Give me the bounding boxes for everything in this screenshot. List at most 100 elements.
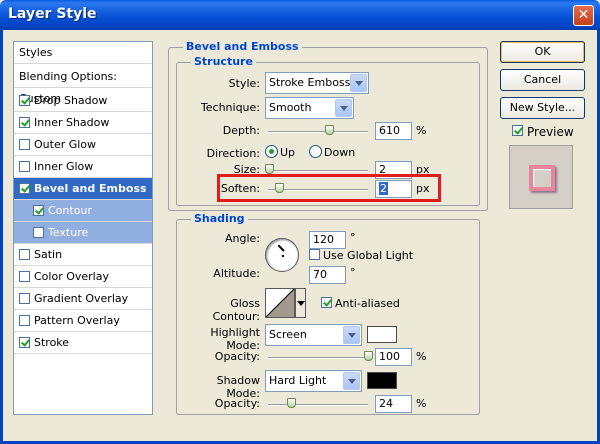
styles-list: Styles Blending Options: Custom Drop Sha… (13, 41, 153, 415)
technique-select[interactable]: Smooth (265, 97, 354, 119)
gradient-overlay-label: Gradient Overlay (34, 292, 129, 305)
direction-up-radio[interactable] (265, 145, 278, 158)
altitude-input[interactable]: 70 (309, 266, 346, 284)
style-select[interactable]: Stroke Emboss (265, 72, 369, 94)
depth-input[interactable]: 610 (375, 122, 412, 140)
pattern-overlay-label: Pattern Overlay (34, 314, 120, 327)
depth-unit: % (416, 124, 427, 137)
ok-button[interactable]: OK (500, 41, 585, 63)
inner-shadow-item[interactable]: Inner Shadow (14, 112, 152, 134)
gloss-contour-dropdown[interactable] (295, 288, 306, 318)
outer-glow-checkbox[interactable] (19, 139, 30, 150)
pattern-overlay-item[interactable]: Pattern Overlay (14, 310, 152, 332)
technique-label: Technique: (200, 101, 260, 114)
outer-glow-label: Outer Glow (34, 138, 97, 151)
gradient-overlay-item[interactable]: Gradient Overlay (14, 288, 152, 310)
angle-dial[interactable] (265, 238, 299, 272)
style-label: Style: (228, 77, 260, 90)
bevel-emboss-checkbox[interactable] (19, 183, 30, 194)
depth-slider[interactable] (268, 131, 368, 133)
direction-label: Direction: (206, 147, 260, 160)
color-overlay-checkbox[interactable] (19, 271, 30, 282)
highlight-opacity-label: Opacity: (214, 350, 260, 363)
anti-aliased-label: Anti-aliased (335, 297, 400, 310)
satin-checkbox[interactable] (19, 249, 30, 260)
direction-down-radio[interactable] (309, 145, 322, 158)
inner-glow-item[interactable]: Inner Glow (14, 156, 152, 178)
size-slider[interactable] (268, 170, 368, 172)
angle-input[interactable]: 120 (309, 231, 346, 249)
stroke-checkbox[interactable] (19, 337, 30, 348)
structure-group-title: Structure (191, 55, 256, 68)
angle-unit: ° (350, 231, 356, 244)
technique-value: Smooth (269, 101, 312, 114)
satin-label: Satin (34, 248, 63, 261)
shadow-color-swatch[interactable] (367, 372, 397, 389)
stroke-label: Stroke (34, 336, 70, 349)
shadow-opacity-input[interactable]: 24 (375, 395, 412, 413)
contour-checkbox[interactable] (33, 205, 44, 216)
size-slider-handle[interactable] (265, 164, 274, 174)
stroke-item[interactable]: Stroke (14, 332, 152, 354)
bevel-emboss-item[interactable]: Bevel and Emboss (14, 178, 152, 200)
title-bar: Layer Style ✕ (0, 0, 600, 30)
chevron-down-icon (350, 74, 367, 92)
inner-shadow-checkbox[interactable] (19, 117, 30, 128)
highlight-color-swatch[interactable] (367, 326, 397, 343)
use-global-light-checkbox[interactable] (309, 249, 320, 260)
drop-shadow-checkbox[interactable] (19, 95, 30, 106)
highlight-opacity-unit: % (416, 350, 427, 363)
angle-label: Angle: (224, 232, 260, 245)
inner-glow-label: Inner Glow (34, 160, 94, 173)
outer-glow-item[interactable]: Outer Glow (14, 134, 152, 156)
direction-up-label: Up (280, 146, 296, 159)
new-style-button[interactable]: New Style... (500, 97, 585, 119)
contour-item[interactable]: Contour (14, 200, 152, 222)
bevel-group-title: Bevel and Emboss (183, 40, 302, 53)
gloss-contour-label: Gloss Contour: (212, 297, 260, 323)
dial-center-icon (282, 255, 284, 257)
shading-group-title: Shading (191, 212, 248, 225)
pattern-overlay-checkbox[interactable] (19, 315, 30, 326)
cancel-button[interactable]: Cancel (500, 69, 585, 91)
drop-shadow-item[interactable]: Drop Shadow (14, 90, 152, 112)
preview-checkbox[interactable] (512, 125, 523, 136)
inner-glow-checkbox[interactable] (19, 161, 30, 172)
texture-checkbox[interactable] (33, 227, 44, 238)
contour-curve-icon (265, 288, 295, 318)
shadow-opacity-slider[interactable] (268, 404, 368, 406)
chevron-down-icon (335, 99, 352, 117)
shadow-opacity-slider-handle[interactable] (287, 398, 296, 408)
depth-label: Depth: (222, 124, 260, 137)
blending-options-item[interactable]: Blending Options: Custom (14, 66, 152, 105)
gradient-overlay-checkbox[interactable] (19, 293, 30, 304)
drop-shadow-label: Drop Shadow (34, 94, 108, 107)
bevel-emboss-label: Bevel and Emboss (34, 182, 147, 195)
style-preview-thumbnail (509, 145, 573, 209)
highlight-annotation-box (217, 174, 441, 202)
highlight-mode-label: Highlight Mode: (210, 326, 260, 352)
anti-aliased-checkbox[interactable] (321, 297, 332, 308)
chevron-down-icon (297, 301, 305, 306)
color-overlay-item[interactable]: Color Overlay (14, 266, 152, 288)
texture-item[interactable]: Texture (14, 222, 152, 244)
altitude-unit: ° (350, 266, 356, 279)
chevron-down-icon (343, 372, 360, 390)
chevron-down-icon (343, 326, 360, 344)
highlight-opacity-input[interactable]: 100 (375, 348, 412, 366)
satin-item[interactable]: Satin (14, 244, 152, 266)
gloss-contour-preview[interactable] (265, 288, 295, 318)
preview-label: Preview (527, 125, 574, 139)
styles-header[interactable]: Styles (14, 42, 152, 64)
style-value: Stroke Emboss (269, 76, 351, 89)
shadow-opacity-unit: % (416, 397, 427, 410)
depth-slider-handle[interactable] (325, 125, 334, 135)
highlight-opacity-slider[interactable] (268, 357, 368, 359)
highlight-opacity-slider-handle[interactable] (364, 351, 373, 361)
close-button[interactable]: ✕ (573, 5, 594, 26)
contour-label: Contour (48, 204, 92, 217)
shadow-mode-select[interactable]: Hard Light (265, 370, 362, 392)
window-title: Layer Style (8, 6, 97, 22)
shadow-mode-value: Hard Light (269, 374, 327, 387)
highlight-mode-select[interactable]: Screen (265, 324, 362, 346)
